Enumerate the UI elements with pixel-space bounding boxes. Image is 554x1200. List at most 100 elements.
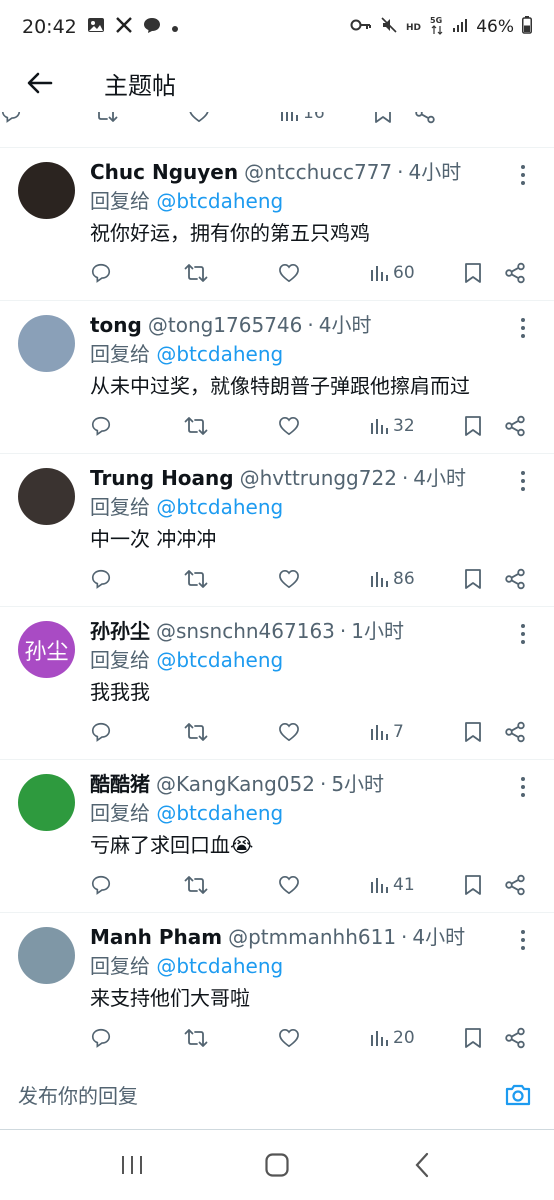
retweet-button[interactable] bbox=[184, 717, 208, 747]
more-options-button[interactable] bbox=[512, 774, 534, 800]
avatar[interactable] bbox=[18, 315, 75, 372]
tweet-reply[interactable]: Trung Hoang @hvttrungg722 · 4小时 回复给 @btc… bbox=[0, 454, 554, 607]
share-button[interactable] bbox=[414, 112, 436, 128]
user-handle[interactable]: @hvttrungg722 bbox=[240, 464, 397, 492]
views-button[interactable]: 32 bbox=[370, 411, 415, 441]
camera-button[interactable] bbox=[500, 1077, 536, 1113]
share-button[interactable] bbox=[504, 258, 526, 288]
views-count: 16 bbox=[303, 112, 325, 123]
like-button[interactable] bbox=[188, 112, 210, 128]
reply-composer[interactable]: 发布你的回复 bbox=[0, 1060, 554, 1130]
retweet-button[interactable] bbox=[94, 112, 118, 128]
timestamp[interactable]: 4小时 bbox=[413, 464, 466, 492]
back-button[interactable] bbox=[0, 54, 80, 112]
retweet-button[interactable] bbox=[184, 411, 208, 441]
views-button[interactable]: 86 bbox=[370, 564, 415, 594]
display-name[interactable]: 孙孙尘 bbox=[90, 617, 150, 645]
arrow-left-icon bbox=[27, 72, 53, 94]
avatar[interactable] bbox=[18, 774, 75, 831]
timestamp[interactable]: 1小时 bbox=[351, 617, 404, 645]
tweet-reply[interactable]: tong @tong1765746 · 4小时 回复给 @btcdaheng 从… bbox=[0, 301, 554, 454]
reply-button[interactable] bbox=[90, 411, 112, 441]
reply-button[interactable] bbox=[90, 870, 112, 900]
bookmark-button[interactable] bbox=[464, 717, 482, 747]
avatar[interactable] bbox=[18, 162, 75, 219]
more-options-button[interactable] bbox=[512, 621, 534, 647]
mention-link[interactable]: @btcdaheng bbox=[156, 954, 283, 978]
like-button[interactable] bbox=[278, 564, 300, 594]
more-options-button[interactable] bbox=[512, 315, 534, 341]
more-options-button[interactable] bbox=[512, 927, 534, 953]
user-handle[interactable]: @tong1765746 bbox=[148, 311, 303, 339]
share-button[interactable] bbox=[504, 1023, 526, 1053]
views-button[interactable]: 20 bbox=[370, 1023, 415, 1053]
like-button[interactable] bbox=[278, 258, 300, 288]
views-button[interactable]: 7 bbox=[370, 717, 404, 747]
mention-link[interactable]: @btcdaheng bbox=[156, 801, 283, 825]
tweet-body: Chuc Nguyen @ntcchucc777 · 4小时 回复给 @btcd… bbox=[90, 158, 534, 250]
timestamp[interactable]: 5小时 bbox=[331, 770, 384, 798]
bookmark-button[interactable] bbox=[464, 411, 482, 441]
tweet-body: Trung Hoang @hvttrungg722 · 4小时 回复给 @btc… bbox=[90, 464, 534, 556]
tweet-reply[interactable]: 孙尘 孙孙尘 @snsnchn467163 · 1小时 回复给 @btcdahe… bbox=[0, 607, 554, 760]
bookmark-icon bbox=[465, 263, 481, 283]
reply-button[interactable] bbox=[90, 564, 112, 594]
user-handle[interactable]: @snsnchn467163 bbox=[156, 617, 335, 645]
like-button[interactable] bbox=[278, 717, 300, 747]
tweet-reply[interactable]: Chuc Nguyen @ntcchucc777 · 4小时 回复给 @btcd… bbox=[0, 148, 554, 301]
system-back-button[interactable] bbox=[392, 1135, 452, 1195]
user-handle[interactable]: @KangKang052 bbox=[156, 770, 315, 798]
mention-link[interactable]: @btcdaheng bbox=[156, 495, 283, 519]
user-handle[interactable]: @ntcchucc777 bbox=[244, 158, 392, 186]
bookmark-button[interactable] bbox=[374, 112, 392, 128]
reply-feed[interactable]: 16 Chuc Nguyen @ntcchucc777 · 4小时 回复给 @b… bbox=[0, 112, 554, 1060]
bookmark-button[interactable] bbox=[464, 1023, 482, 1053]
display-name[interactable]: Chuc Nguyen bbox=[90, 158, 238, 186]
more-options-button[interactable] bbox=[512, 468, 534, 494]
mention-link[interactable]: @btcdaheng bbox=[156, 342, 283, 366]
mention-link[interactable]: @btcdaheng bbox=[156, 648, 283, 672]
retweet-button[interactable] bbox=[184, 564, 208, 594]
display-name[interactable]: tong bbox=[90, 311, 142, 339]
like-button[interactable] bbox=[278, 870, 300, 900]
views-button[interactable]: 41 bbox=[370, 870, 415, 900]
timestamp[interactable]: 4小时 bbox=[409, 158, 462, 186]
retweet-button[interactable] bbox=[184, 258, 208, 288]
tweet-reply[interactable]: 酷酷猪 @KangKang052 · 5小时 回复给 @btcdaheng 亏麻… bbox=[0, 760, 554, 913]
bookmark-button[interactable] bbox=[464, 870, 482, 900]
display-name[interactable]: Trung Hoang bbox=[90, 464, 234, 492]
like-button[interactable] bbox=[278, 1023, 300, 1053]
display-name[interactable]: 酷酷猪 bbox=[90, 770, 150, 798]
timestamp[interactable]: 4小时 bbox=[319, 311, 372, 339]
share-button[interactable] bbox=[504, 411, 526, 441]
tweet-reply[interactable]: Manh Pham @ptmmanhh611 · 4小时 回复给 @btcdah… bbox=[0, 913, 554, 1060]
reply-button[interactable] bbox=[90, 258, 112, 288]
retweet-button[interactable] bbox=[184, 1023, 208, 1053]
retweet-button[interactable] bbox=[184, 870, 208, 900]
share-button[interactable] bbox=[504, 870, 526, 900]
reply-input[interactable]: 发布你的回复 bbox=[18, 1080, 138, 1109]
views-button[interactable]: 16 bbox=[280, 112, 325, 128]
status-left: 20:42 bbox=[22, 16, 179, 39]
views-button[interactable]: 60 bbox=[370, 258, 415, 288]
bookmark-button[interactable] bbox=[464, 258, 482, 288]
share-button[interactable] bbox=[504, 717, 526, 747]
more-options-button[interactable] bbox=[512, 162, 534, 188]
timestamp[interactable]: 4小时 bbox=[412, 923, 465, 951]
reply-button[interactable] bbox=[90, 717, 112, 747]
reply-button[interactable] bbox=[90, 1023, 112, 1053]
avatar[interactable] bbox=[18, 927, 75, 984]
mention-link[interactable]: @btcdaheng bbox=[156, 189, 283, 213]
tweet-text: 我我我 bbox=[90, 680, 150, 704]
user-handle[interactable]: @ptmmanhh611 bbox=[228, 923, 396, 951]
display-name[interactable]: Manh Pham bbox=[90, 923, 222, 951]
heart-icon bbox=[189, 112, 209, 123]
reply-button[interactable] bbox=[0, 112, 22, 128]
recents-button[interactable] bbox=[102, 1135, 162, 1195]
bookmark-button[interactable] bbox=[464, 564, 482, 594]
like-button[interactable] bbox=[278, 411, 300, 441]
home-button[interactable] bbox=[247, 1135, 307, 1195]
avatar[interactable] bbox=[18, 468, 75, 525]
share-button[interactable] bbox=[504, 564, 526, 594]
avatar[interactable]: 孙尘 bbox=[18, 621, 75, 678]
